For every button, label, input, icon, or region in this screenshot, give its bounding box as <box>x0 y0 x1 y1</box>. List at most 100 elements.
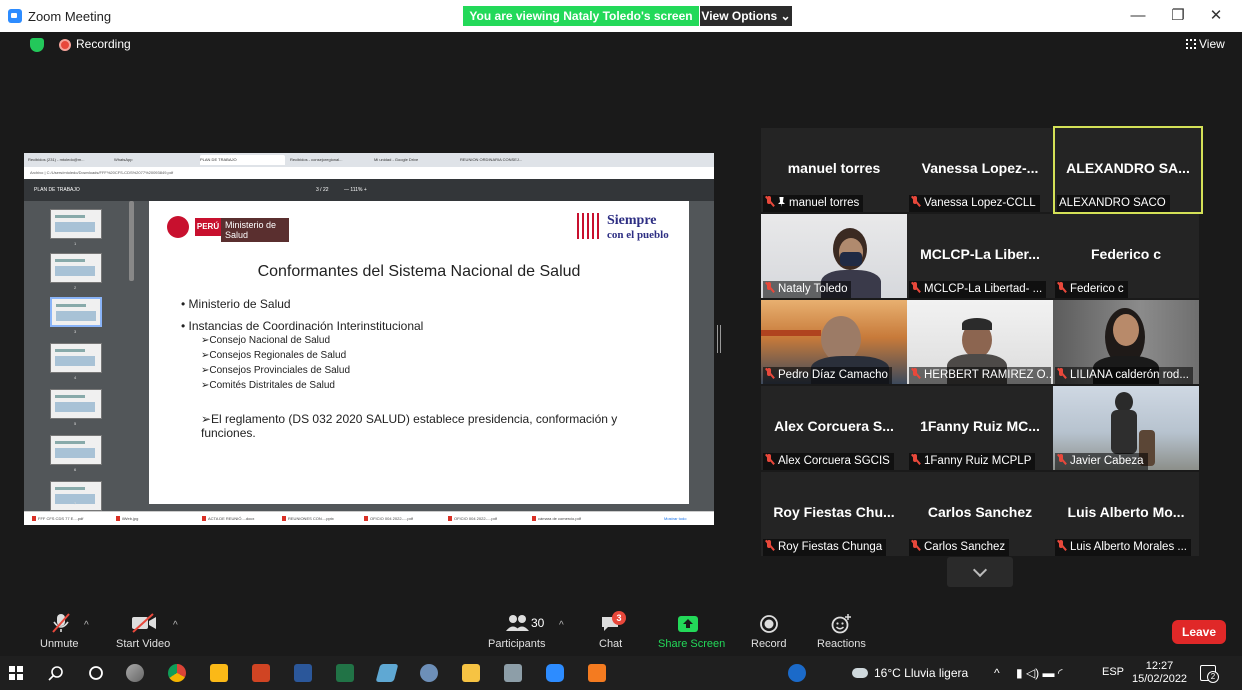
start-video-button[interactable]: Start Video <box>116 638 170 650</box>
participant-name-label: Pedro Díaz Camacho <box>763 367 892 384</box>
close-button[interactable]: ✕ <box>1206 6 1226 26</box>
chrome-icon[interactable] <box>168 664 186 682</box>
input-language[interactable]: ESP <box>1102 666 1124 678</box>
reactions-smiley-icon[interactable] <box>830 613 852 635</box>
audio-options-chevron-up-icon[interactable]: ^ <box>84 620 89 631</box>
participant-tile[interactable]: Federico c Federico c <box>1053 214 1199 298</box>
share-screen-icon[interactable] <box>677 614 699 634</box>
participant-tile-video[interactable]: Pedro Díaz Camacho <box>761 300 907 384</box>
download-name: OFICIO 004 2022-....pdf <box>370 516 413 521</box>
browser-tab-strip: Recibidos (231) - mtoledo@m... WhatsApp … <box>24 153 714 167</box>
video-person-hair <box>962 318 992 330</box>
word-icon[interactable] <box>294 664 312 682</box>
notifications-icon[interactable]: 2 <box>1200 665 1219 683</box>
participant-name: Pedro Díaz Camacho <box>778 369 888 381</box>
clock-date: 15/02/2022 <box>1132 673 1188 685</box>
show-all-downloads: Mostrar todo <box>664 516 687 521</box>
browser-tab: Recibidos - consejoregional... <box>290 157 343 162</box>
mic-muted-icon[interactable] <box>50 612 72 634</box>
calculator-icon[interactable] <box>504 664 522 682</box>
mic-muted-icon <box>765 282 774 293</box>
participant-display-name: Roy Fiestas Chu... <box>773 504 895 520</box>
mic-muted-icon <box>765 196 774 207</box>
slide-sub-item: ➢Consejos Regionales de Salud <box>201 350 347 361</box>
browser-app-icon[interactable] <box>126 664 144 682</box>
pdf-thumbnail <box>50 343 102 373</box>
thumbnail-number: 6 <box>74 467 77 472</box>
system-tray-icons[interactable]: ▮ ◁) ▬ ◜ <box>1016 666 1062 680</box>
security-shield-icon[interactable] <box>30 38 44 52</box>
download-item: ACTA DE REUNIÓ....docx <box>202 512 254 525</box>
video-options-chevron-up-icon[interactable]: ^ <box>173 620 178 631</box>
participant-tile[interactable]: Carlos Sanchez Carlos Sanchez <box>907 472 1053 556</box>
reactions-button[interactable]: Reactions <box>817 638 866 650</box>
show-hidden-icons-chevron-up-icon[interactable]: ^ <box>994 666 1000 680</box>
unmute-button[interactable]: Unmute <box>40 638 79 650</box>
participant-name: LILIANA calderón rod... <box>1070 369 1189 381</box>
mic-muted-icon <box>911 196 920 207</box>
video-person-mask <box>840 252 862 266</box>
participant-tile[interactable]: Alex Corcuera S... Alex Corcuera SGCIS <box>761 386 907 470</box>
video-statue-body <box>1111 410 1137 454</box>
excel-icon[interactable] <box>336 664 354 682</box>
split-view-handle[interactable] <box>717 325 721 353</box>
participant-tile-video[interactable]: LILIANA calderón rod... <box>1053 300 1199 384</box>
participant-tile-active-speaker[interactable]: ALEXANDRO SA... ALEXANDRO SACO <box>1053 126 1203 214</box>
participant-tile[interactable]: manuel torres manuel torres <box>761 128 907 212</box>
peru-crest-icon <box>167 216 189 238</box>
record-button[interactable]: Record <box>751 638 786 650</box>
view-button[interactable]: View <box>1186 37 1225 51</box>
mic-muted-icon <box>911 540 920 551</box>
mic-muted-icon <box>1057 282 1066 293</box>
gallery-next-page-chevron-down-icon[interactable] <box>947 557 1013 587</box>
video-off-icon[interactable] <box>131 613 157 633</box>
maximize-button[interactable]: ❐ <box>1168 6 1188 26</box>
participant-name: Nataly Toledo <box>778 283 848 295</box>
participants-button[interactable]: Participants <box>488 638 545 650</box>
app-icon[interactable] <box>375 664 399 682</box>
pdf-file-icon <box>532 516 536 521</box>
recording-label: Recording <box>76 37 131 51</box>
participant-tile[interactable]: Vanessa Lopez-... Vanessa Lopez-CCLL <box>907 128 1053 212</box>
share-screen-button[interactable]: Share Screen <box>658 638 725 650</box>
help-icon[interactable] <box>788 664 806 682</box>
participant-tile[interactable]: Roy Fiestas Chu... Roy Fiestas Chunga <box>761 472 907 556</box>
mic-muted-icon <box>765 368 774 379</box>
windows-taskbar: 16°C Lluvia ligera ^ ▮ ◁) ▬ ◜ ESP 12:27 … <box>0 656 1242 690</box>
sticky-notes-icon[interactable] <box>210 664 228 682</box>
participant-display-name: Vanessa Lopez-... <box>921 160 1039 176</box>
media-player-icon[interactable] <box>420 664 438 682</box>
browser-tab: Mi unidad - Google Drive <box>374 157 419 162</box>
participants-count: 30 <box>531 616 545 630</box>
shared-screen: Recibidos (231) - mtoledo@m... WhatsApp … <box>24 153 714 525</box>
file-explorer-icon[interactable] <box>462 664 480 682</box>
windows-start-icon[interactable] <box>9 666 23 680</box>
thumbnail-number: 5 <box>74 421 77 426</box>
record-icon[interactable] <box>759 614 779 634</box>
participant-tile[interactable]: MCLCP-La Liber... MCLCP-La Libertad- ... <box>907 214 1053 298</box>
participant-tile-video[interactable]: Nataly Toledo <box>761 214 907 298</box>
powerpoint-icon[interactable] <box>252 664 270 682</box>
weather-widget[interactable]: 16°C Lluvia ligera <box>852 666 968 680</box>
clock[interactable]: 12:27 15/02/2022 <box>1132 660 1187 686</box>
participant-name-label: ALEXANDRO SACO <box>1057 195 1170 212</box>
leave-button[interactable]: Leave <box>1172 620 1226 644</box>
pdf-file-icon <box>448 516 452 521</box>
minimize-button[interactable]: — <box>1128 6 1148 26</box>
download-item: cámara de comercio.pdf <box>532 512 581 525</box>
view-options-button[interactable]: View Options ⌄ <box>700 6 792 26</box>
thumbnail-number: 3 <box>74 329 77 334</box>
search-icon[interactable] <box>48 665 64 681</box>
participant-tile[interactable]: Luis Alberto Mo... Luis Alberto Morales … <box>1053 472 1199 556</box>
participants-options-chevron-up-icon[interactable]: ^ <box>559 620 564 631</box>
participant-tile-video[interactable]: Javier Cabeza <box>1053 386 1199 470</box>
pdf-file-icon <box>32 516 36 521</box>
participant-tile[interactable]: 1Fanny Ruiz MC... 1Fanny Ruiz MCPLP <box>907 386 1053 470</box>
participant-tile-video[interactable]: HERBERT RAMIREZ O... <box>907 300 1053 384</box>
cortana-icon[interactable] <box>88 665 104 681</box>
participants-icon[interactable] <box>506 614 530 632</box>
zoom-taskbar-icon[interactable] <box>546 664 564 682</box>
chat-button[interactable]: Chat <box>599 638 622 650</box>
app-g-icon[interactable] <box>588 664 606 682</box>
participant-name: manuel torres <box>789 197 860 209</box>
